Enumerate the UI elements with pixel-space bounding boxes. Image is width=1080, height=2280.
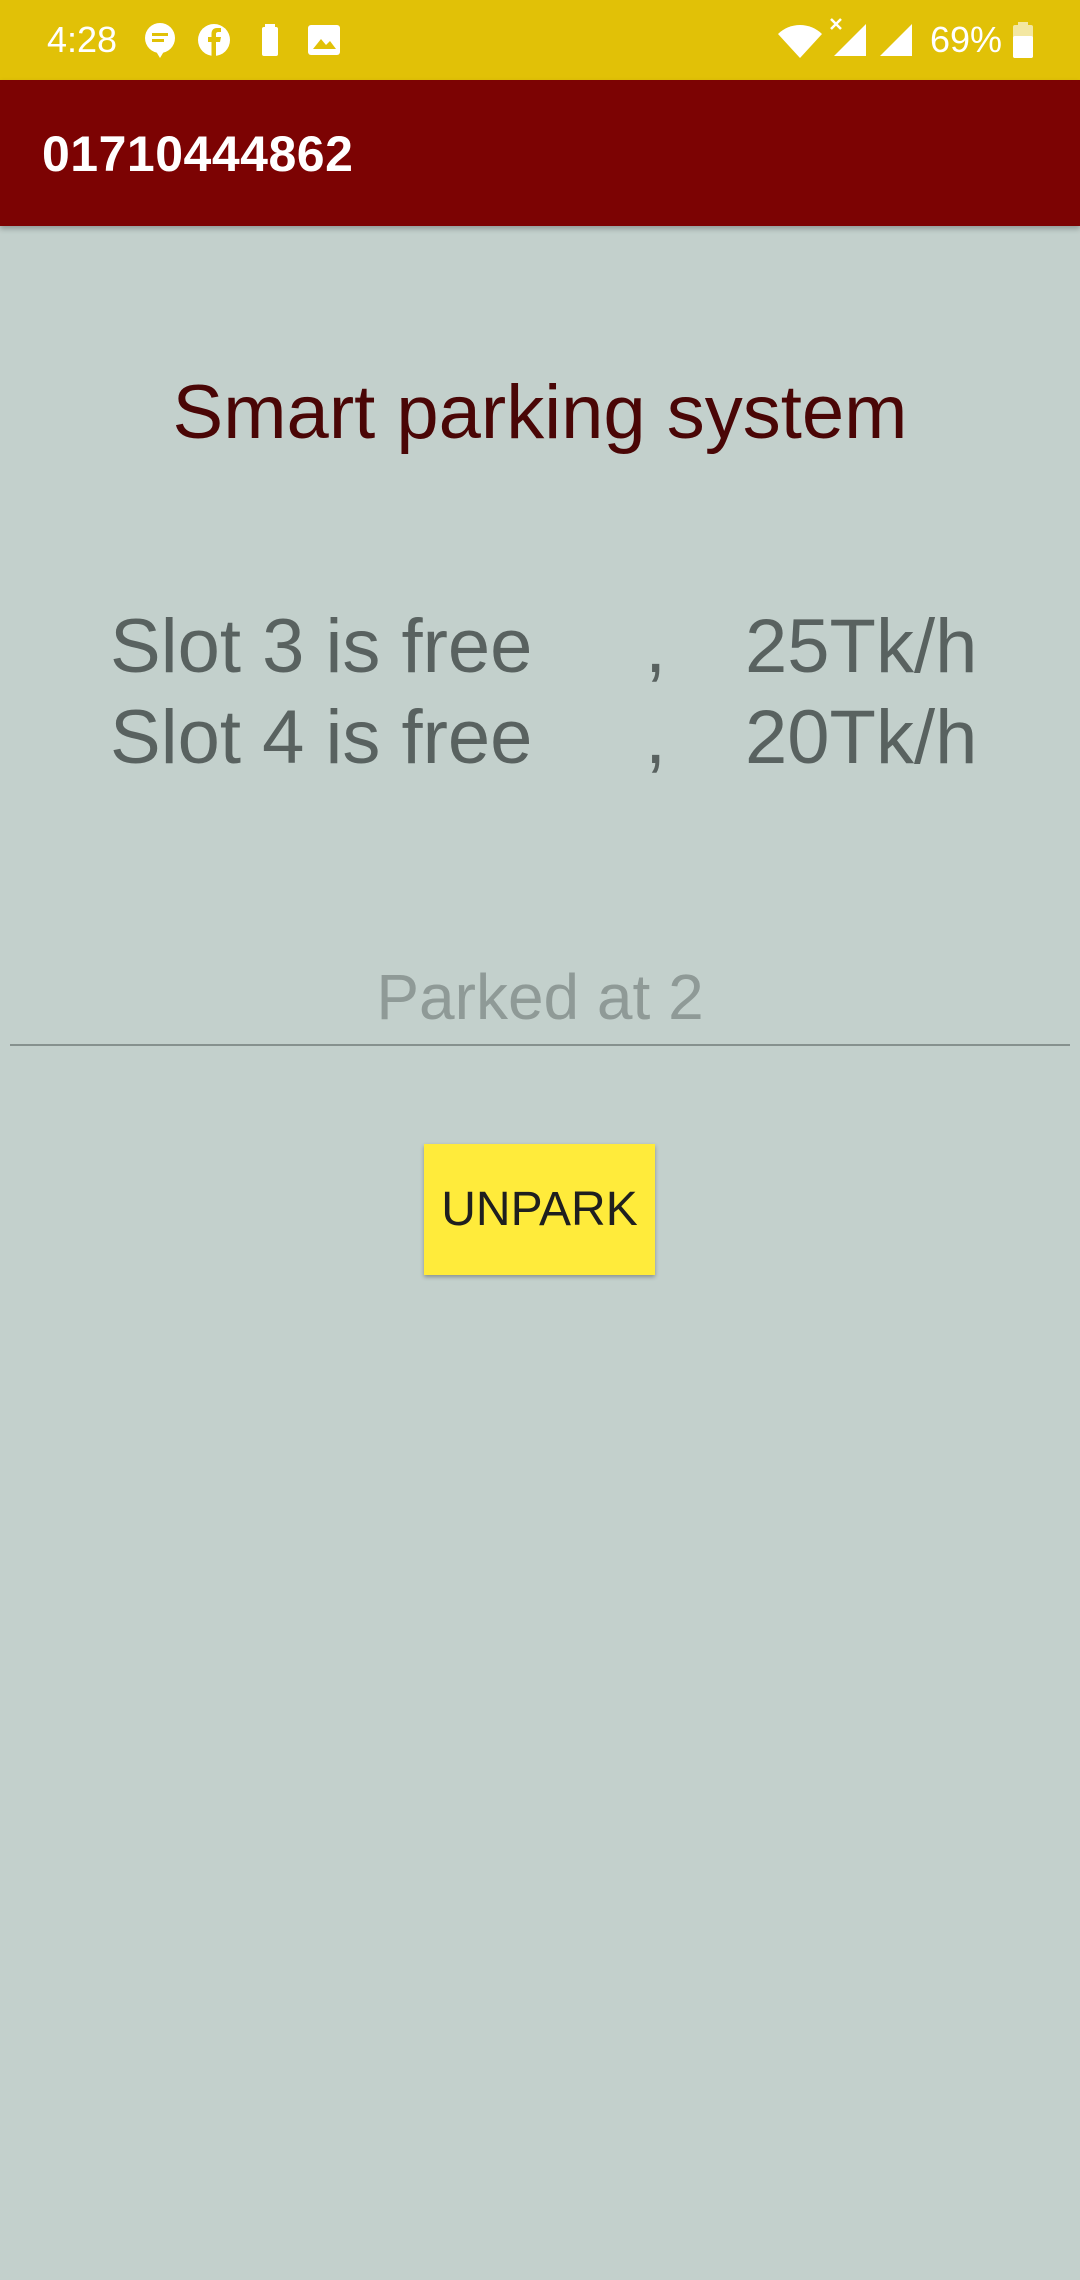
slot-price: 25Tk/h	[745, 604, 978, 689]
slot-separator: ,	[645, 604, 667, 689]
parked-slot-input[interactable]	[10, 950, 1070, 1046]
app-bar: 01710444862	[0, 80, 1080, 226]
signal-icon	[880, 24, 912, 56]
slot-status: Slot 3 is free	[110, 604, 533, 689]
slot-price: 20Tk/h	[745, 695, 978, 780]
battery-percentage: 69%	[930, 19, 1003, 60]
app-title: 01710444862	[42, 126, 354, 182]
message-icon	[145, 23, 175, 58]
unpark-button[interactable]: UNPARK	[424, 1144, 655, 1275]
status-time: 4:28	[47, 19, 118, 60]
wifi-icon	[778, 25, 822, 58]
image-icon	[308, 25, 340, 55]
facebook-icon	[198, 24, 230, 56]
battery-icon	[1013, 22, 1033, 58]
status-bar: 4:28 69%	[0, 0, 1080, 80]
signal-icon	[834, 24, 866, 56]
battery-saver-icon	[262, 24, 278, 56]
page-title: Smart parking system	[172, 370, 908, 455]
slot-separator: ,	[645, 695, 667, 780]
slot-row: Slot 3 is free , 25Tk/h	[0, 602, 1080, 692]
slot-status: Slot 4 is free	[110, 695, 533, 780]
slot-row: Slot 4 is free , 20Tk/h	[0, 693, 1080, 783]
